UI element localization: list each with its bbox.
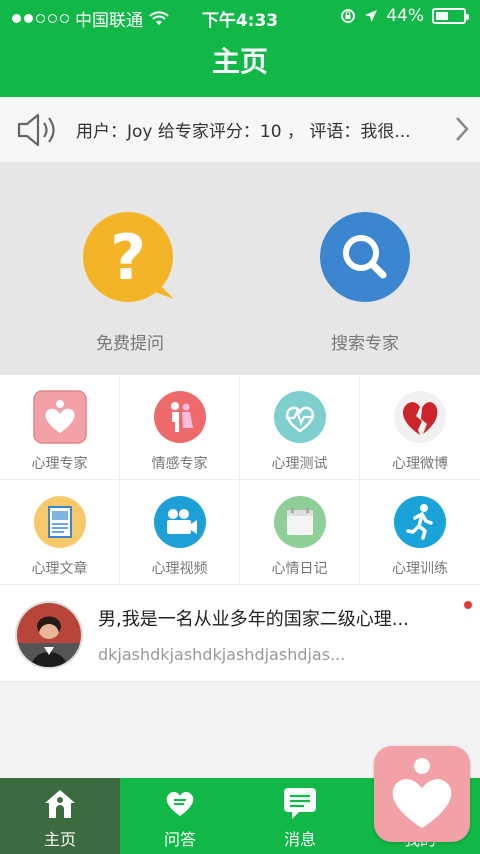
search-expert-label: 搜索专家 — [331, 334, 399, 354]
message-list-item[interactable]: 男,我是一名从业多年的国家二级心理... dkjashdkjashdkjashd… — [0, 585, 480, 682]
search-icon — [320, 212, 410, 302]
battery-icon — [432, 8, 469, 24]
search-expert-button[interactable]: 搜索专家 — [285, 211, 445, 354]
grid-item-label: 心理专家 — [31, 456, 88, 472]
tab-label: 问答 — [163, 830, 196, 849]
free-question-label: 免费提问 — [96, 334, 164, 354]
page-title: 主页 — [211, 45, 268, 78]
tab-label: 消息 — [283, 830, 316, 849]
battery-percent: 44% — [386, 6, 424, 26]
grid-item-label: 心情日记 — [271, 561, 328, 577]
calendar-icon — [273, 496, 326, 548]
couple-icon — [153, 391, 206, 443]
grid-item-label: 心理文章 — [31, 561, 88, 577]
grid-item-psych-article[interactable]: 心理文章 — [0, 480, 120, 585]
status-bar: 中国联通 下午4:33 44% — [0, 0, 480, 34]
grid-item-psych-video[interactable]: 心理视频 — [120, 480, 240, 585]
floating-heart-button[interactable] — [374, 746, 470, 842]
free-question-button[interactable]: ? 免费提问 — [50, 211, 210, 354]
video-camera-icon — [153, 496, 206, 548]
heart-chat-icon — [166, 791, 194, 816]
grid-item-psych-weibo[interactable]: 心理微博 — [360, 375, 480, 480]
message-icon — [284, 788, 316, 819]
grid-item-psych-training[interactable]: 心理训练 — [360, 480, 480, 585]
heart-person-icon — [392, 758, 452, 828]
grid-item-label: 情感专家 — [151, 456, 208, 472]
heart-hand-icon — [32, 390, 87, 444]
category-grid: 心理专家 情感专家 心理测试 心理微博 心理文章 心理视频 心情日记 心理训练 — [0, 375, 480, 585]
primary-actions: ? 免费提问 搜索专家 — [0, 163, 480, 375]
unread-badge — [464, 601, 472, 609]
message-title: 男,我是一名从业多年的国家二级心理... — [98, 609, 409, 630]
chevron-right-icon[interactable] — [454, 115, 470, 143]
grid-item-label: 心理视频 — [151, 561, 208, 577]
document-icon — [33, 496, 86, 548]
location-icon — [365, 10, 378, 22]
grid-item-label: 心理训练 — [392, 561, 448, 577]
tab-label: 主页 — [43, 830, 76, 849]
heartbeat-icon — [273, 391, 326, 443]
tab-messages[interactable]: 消息 — [240, 778, 360, 854]
message-preview: dkjashdkjashdkjashdjashdjas... — [98, 645, 346, 664]
speaker-icon — [17, 113, 55, 146]
running-icon — [394, 496, 446, 548]
announcement-text: 用户：Joy 给专家评分：10 ， 评语：我很... — [76, 122, 411, 142]
tab-qa[interactable]: 问答 — [120, 778, 240, 854]
grid-item-label: 心理微博 — [392, 456, 448, 472]
broken-heart-icon — [394, 391, 446, 443]
home-icon — [45, 790, 75, 818]
announcement-bar[interactable]: 用户：Joy 给专家评分：10 ， 评语：我很... — [0, 97, 480, 163]
svg-text:?: ? — [110, 221, 146, 294]
tab-home[interactable]: 主页 — [0, 778, 120, 854]
avatar[interactable] — [15, 601, 83, 669]
orientation-lock-icon — [341, 9, 356, 23]
question-icon: ? — [83, 212, 174, 302]
grid-item-psych-expert[interactable]: 心理专家 — [0, 375, 120, 480]
grid-item-mood-diary[interactable]: 心情日记 — [240, 480, 360, 585]
grid-item-label: 心理测试 — [271, 456, 328, 472]
top-bar: 中国联通 下午4:33 44% 主页 — [0, 0, 480, 97]
grid-item-emotion-expert[interactable]: 情感专家 — [120, 375, 240, 480]
grid-item-psych-test[interactable]: 心理测试 — [240, 375, 360, 480]
